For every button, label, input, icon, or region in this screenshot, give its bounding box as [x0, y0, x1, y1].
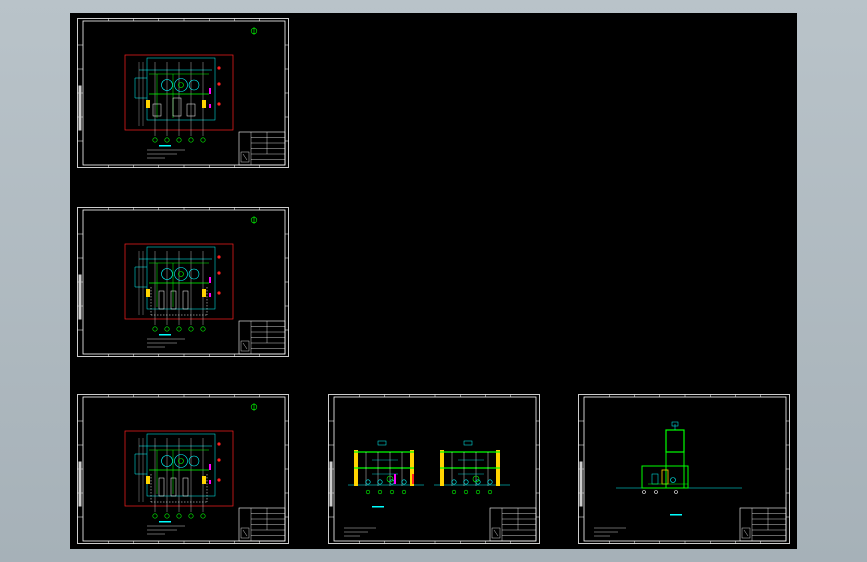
- sheet-plan-2[interactable]: [77, 207, 289, 357]
- drawing-canvas[interactable]: [70, 13, 797, 549]
- sheet-section[interactable]: [328, 394, 540, 544]
- sheet-plan-1[interactable]: [77, 18, 289, 168]
- sheet-plan-3[interactable]: [77, 394, 289, 544]
- cad-drawing: [77, 18, 790, 544]
- sheet-elevation[interactable]: [578, 394, 790, 544]
